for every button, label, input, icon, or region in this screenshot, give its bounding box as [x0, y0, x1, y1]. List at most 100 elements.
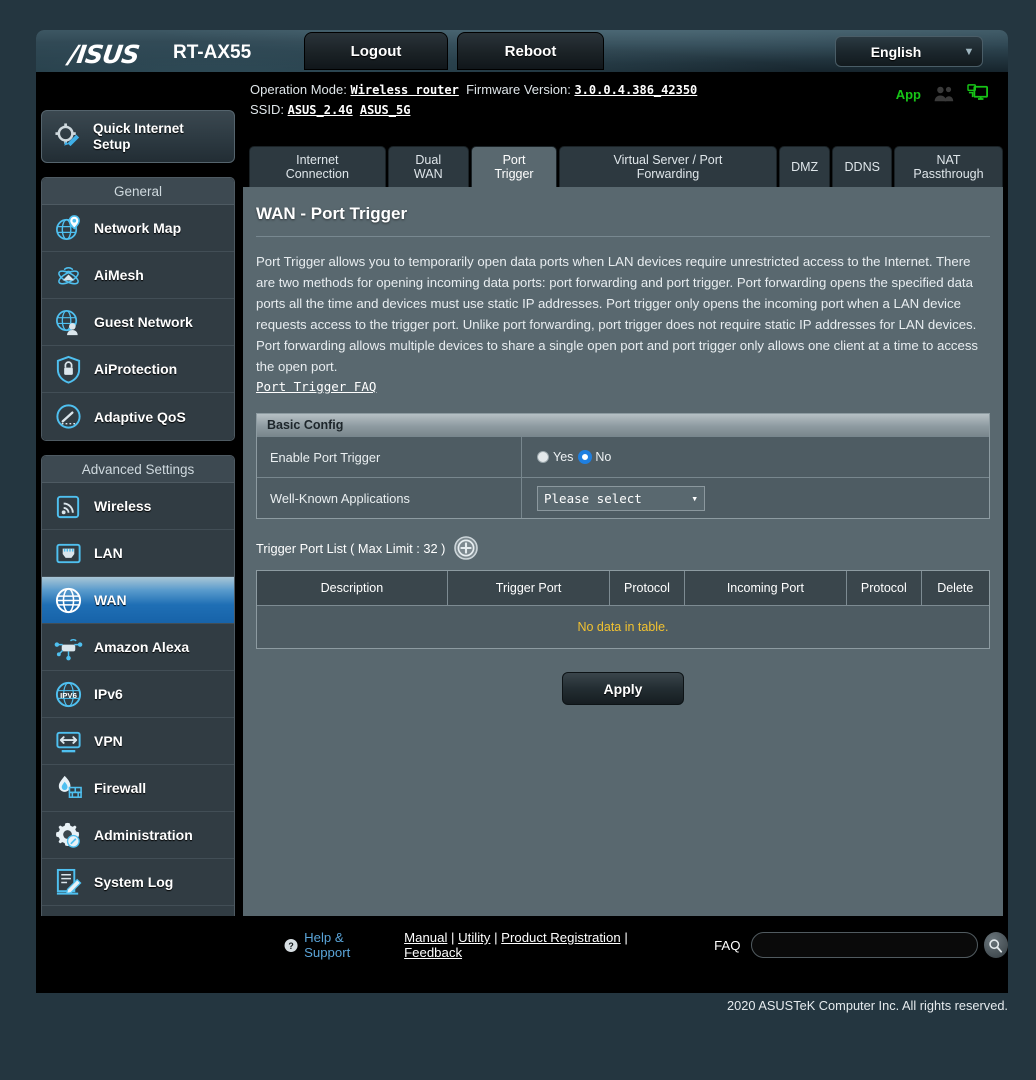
label-well-known-applications: Well-Known Applications	[257, 478, 522, 518]
tab-ddns[interactable]: DDNS	[832, 146, 893, 187]
footer-link-utility[interactable]: Utility	[458, 930, 490, 945]
help-support-label[interactable]: Help & Support	[304, 930, 388, 960]
radio-enable-no[interactable]: No	[579, 450, 611, 464]
quick-setup-line2: Setup	[93, 136, 131, 152]
footer-links: Manual | Utility | Product Registration …	[404, 930, 672, 960]
column-header-protocol-trigger: Protocol	[610, 571, 685, 605]
sidebar-item-lan[interactable]: LAN	[42, 530, 234, 577]
system-log-icon	[56, 868, 82, 895]
sidebar-item-administration[interactable]: Administration	[42, 812, 234, 859]
copyright-text: 2020 ASUSTeK Computer Inc. All rights re…	[727, 998, 1008, 1013]
svg-text:?: ?	[288, 940, 293, 950]
column-header-protocol-incoming: Protocol	[847, 571, 922, 605]
sidebar-item-ipv6[interactable]: IPV6 IPv6	[42, 671, 234, 718]
aimesh-icon	[58, 266, 79, 285]
apply-button-row: Apply	[248, 672, 998, 705]
ssid-5g-value[interactable]: ASUS_5G	[360, 103, 411, 117]
radio-enable-yes[interactable]: Yes	[537, 450, 573, 464]
sidebar-group-title-general: General	[42, 178, 234, 205]
title-divider	[256, 236, 990, 237]
quick-setup-line1: Quick Internet	[93, 120, 184, 136]
sidebar-label-ipv6: IPv6	[94, 686, 123, 702]
app-label[interactable]: App	[896, 87, 921, 102]
sidebar-item-guest-network[interactable]: Guest Network	[42, 299, 234, 346]
asus-logo: /ISUS	[66, 40, 141, 69]
app-shortcuts: App	[896, 84, 989, 104]
ssid-label: SSID:	[250, 102, 284, 117]
footer-link-product-registration[interactable]: Product Registration	[501, 930, 620, 945]
tab-port-trigger[interactable]: Port Trigger	[470, 146, 558, 187]
search-icon	[989, 938, 1003, 953]
ssid-24g-value[interactable]: ASUS_2.4G	[288, 103, 353, 117]
sidebar-navigation: Quick Internet Setup General Network Map	[41, 110, 235, 968]
sidebar-item-network-map[interactable]: Network Map	[42, 205, 234, 252]
sidebar-item-vpn[interactable]: VPN	[42, 718, 234, 765]
plus-circle-icon[interactable]	[454, 536, 479, 560]
guest-network-icon	[56, 309, 78, 335]
table-header-row: Description Trigger Port Protocol Incomi…	[257, 571, 989, 605]
tab-label: DDNS	[844, 160, 880, 174]
language-selector[interactable]: English ▼	[835, 36, 983, 67]
page-footer: ? Help & Support Manual | Utility | Prod…	[36, 916, 1008, 974]
sidebar-item-aimesh[interactable]: AiMesh	[42, 252, 234, 299]
reboot-button[interactable]: Reboot	[457, 32, 604, 70]
port-trigger-faq-link[interactable]: Port Trigger FAQ	[256, 379, 376, 394]
apply-button[interactable]: Apply	[562, 672, 684, 705]
sidebar-item-amazon-alexa[interactable]: Amazon Alexa	[42, 624, 234, 671]
lan-port-icon	[56, 543, 81, 563]
tab-label: Virtual Server / Port Forwarding	[613, 153, 723, 181]
sidebar-label-wireless: Wireless	[94, 498, 152, 514]
logout-button[interactable]: Logout	[304, 32, 448, 70]
main-content-panel: Internet Connection Dual WAN Port Trigger V…	[243, 144, 1003, 974]
basic-config-title: Basic Config	[257, 414, 989, 436]
device-info-text: Operation Mode: Wireless router Firmware…	[250, 80, 697, 120]
column-header-description: Description	[257, 571, 448, 605]
users-icon[interactable]	[933, 85, 955, 103]
window-body: Quick Internet Setup General Network Map	[36, 110, 1008, 974]
vpn-icon	[56, 731, 81, 752]
radio-label: Yes	[553, 450, 574, 464]
tab-label: DMZ	[791, 160, 819, 174]
faq-search-input[interactable]	[750, 932, 978, 958]
radio-label: No	[595, 450, 612, 464]
wireless-icon	[56, 495, 80, 518]
shield-lock-icon	[56, 355, 81, 384]
sidebar-item-wan[interactable]: WAN	[42, 577, 234, 624]
trigger-port-table: Description Trigger Port Protocol Incomi…	[256, 570, 990, 649]
sidebar-item-aiprotection[interactable]: AiProtection	[42, 346, 234, 393]
ipv6-icon: IPV6	[55, 681, 82, 707]
chevron-down-icon: ▼	[963, 45, 975, 58]
sidebar-group-title-advanced: Advanced Settings	[42, 456, 234, 483]
sidebar-label-adaptive-qos: Adaptive QoS	[94, 408, 186, 425]
sidebar-item-quick-internet-setup[interactable]: Quick Internet Setup	[41, 110, 235, 163]
tab-dual-wan[interactable]: Dual WAN	[387, 146, 469, 187]
sidebar-label-wan: WAN	[94, 592, 127, 608]
chevron-down-icon: ▾	[691, 491, 698, 505]
alexa-icon	[54, 638, 83, 660]
network-monitor-icon[interactable]	[967, 84, 989, 104]
tab-nat-passthrough[interactable]: NAT Passthrough	[894, 146, 1003, 187]
tab-virtual-server-port-forwarding[interactable]: Virtual Server / Port Forwarding	[559, 146, 777, 187]
language-label: English	[870, 43, 922, 60]
tab-internet-connection[interactable]: Internet Connection	[249, 146, 386, 187]
well-known-applications-select[interactable]: Please select ▾	[537, 485, 705, 511]
sidebar-item-system-log[interactable]: System Log	[42, 859, 234, 906]
sidebar-item-firewall[interactable]: Firewall	[42, 765, 234, 812]
footer-link-feedback[interactable]: Feedback	[404, 945, 462, 960]
wan-tab-bar: Internet Connection Dual WAN Port Trigger V…	[243, 144, 1003, 187]
sidebar-label-system-log: System Log	[94, 874, 174, 890]
label-enable-port-trigger: Enable Port Trigger	[257, 437, 522, 477]
top-banner: /ISUS RT-AX55 Logout Reboot English ▼	[36, 30, 1008, 72]
sidebar-label-firewall: Firewall	[94, 780, 147, 796]
sidebar-label-vpn: VPN	[94, 733, 123, 749]
column-header-delete: Delete	[937, 581, 974, 595]
sidebar-item-adaptive-qos[interactable]: Adaptive QoS	[42, 393, 234, 440]
footer-link-manual[interactable]: Manual	[404, 930, 447, 945]
operation-mode-value[interactable]: Wireless router	[350, 83, 458, 97]
faq-search-button[interactable]	[983, 932, 1008, 958]
trigger-port-list-header: Trigger Port List ( Max Limit : 32 )	[256, 536, 998, 560]
firmware-version-value[interactable]: 3.0.0.4.386_42350	[574, 83, 697, 97]
tab-dmz[interactable]: DMZ	[778, 146, 831, 187]
sidebar-item-wireless[interactable]: Wireless	[42, 483, 234, 530]
router-admin-window: /ISUS RT-AX55 Logout Reboot English ▼ Op…	[36, 30, 1008, 993]
